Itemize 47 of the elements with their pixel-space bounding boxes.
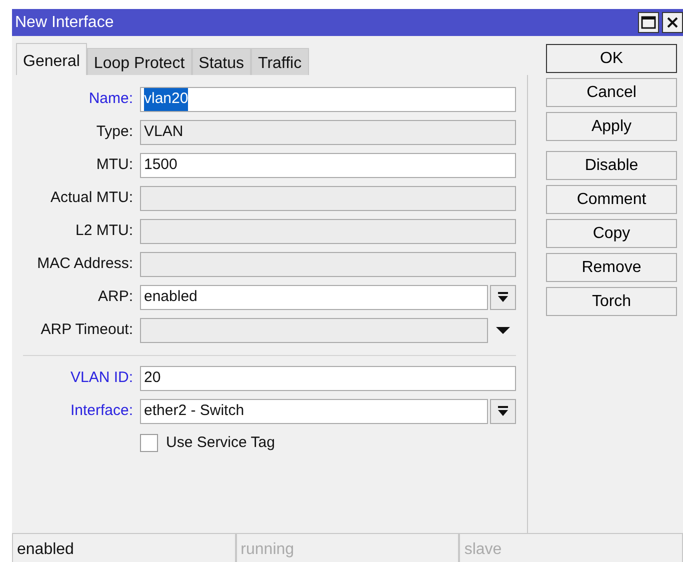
tab[interactable]: General bbox=[16, 43, 87, 75]
field-label: MAC Address: bbox=[36, 254, 134, 274]
dialog-button[interactable]: Copy bbox=[546, 219, 677, 248]
field-label: Interface: bbox=[69, 401, 134, 422]
maximize-button[interactable] bbox=[638, 12, 659, 33]
window-title: New Interface bbox=[15, 12, 114, 32]
input-field[interactable] bbox=[140, 318, 488, 343]
dropdown-icon bbox=[496, 292, 510, 304]
checkbox[interactable] bbox=[140, 434, 158, 452]
status-field: enabled bbox=[12, 533, 236, 562]
dropdown-icon bbox=[496, 406, 510, 418]
status-field: slave bbox=[459, 533, 683, 562]
tab[interactable]: Status bbox=[192, 48, 252, 75]
field-label: Type: bbox=[95, 122, 134, 142]
dialog-button[interactable]: OK bbox=[546, 44, 677, 73]
tab[interactable]: Traffic bbox=[251, 48, 309, 75]
input-field[interactable]: 20 bbox=[140, 366, 516, 391]
dialog-button[interactable]: Comment bbox=[546, 185, 677, 214]
tab[interactable]: Loop Protect bbox=[86, 48, 192, 75]
input-field[interactable]: ether2 - Switch bbox=[140, 399, 488, 424]
dropdown-button[interactable] bbox=[490, 285, 516, 310]
close-icon bbox=[666, 16, 679, 29]
field-label: Actual MTU: bbox=[49, 188, 134, 208]
input-field[interactable]: 1500 bbox=[140, 153, 516, 178]
input-field[interactable] bbox=[140, 252, 516, 277]
status-field: running bbox=[236, 533, 460, 562]
field-label: VLAN ID: bbox=[69, 368, 134, 388]
input-field[interactable]: VLAN bbox=[140, 120, 516, 145]
field-label: MTU: bbox=[95, 155, 134, 176]
dropdown-button[interactable] bbox=[490, 399, 516, 424]
maximize-icon bbox=[641, 16, 656, 29]
input-field[interactable]: vlan20 bbox=[140, 87, 516, 112]
checkbox-label: Use Service Tag bbox=[166, 432, 275, 453]
field-label: L2 MTU: bbox=[74, 221, 134, 242]
input-field[interactable]: enabled bbox=[140, 285, 488, 310]
dialog-button[interactable]: Remove bbox=[546, 253, 677, 282]
dialog-button[interactable]: Cancel bbox=[546, 78, 677, 107]
field-label: ARP Timeout: bbox=[40, 320, 134, 340]
field-label: Name: bbox=[88, 89, 134, 110]
field-label: ARP: bbox=[96, 287, 134, 308]
close-button[interactable] bbox=[662, 12, 683, 33]
dropdown-arrow-icon bbox=[496, 324, 510, 336]
input-field[interactable] bbox=[140, 219, 516, 244]
dialog-button[interactable]: Apply bbox=[546, 112, 677, 141]
dialog-button[interactable]: Torch bbox=[546, 287, 677, 316]
dialog-button[interactable]: Disable bbox=[546, 151, 677, 180]
input-field[interactable] bbox=[140, 186, 516, 211]
